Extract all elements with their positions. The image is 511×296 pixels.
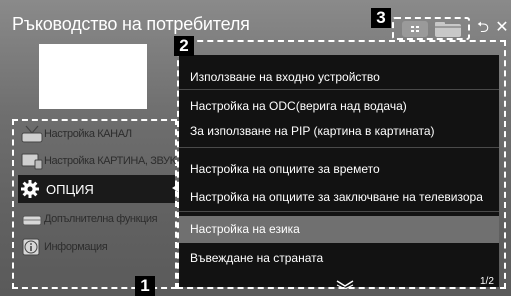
tv-speaker-icon <box>20 151 44 171</box>
submenu-item-label: Въвеждане на страната <box>190 251 324 265</box>
extra-function-icon <box>20 209 44 229</box>
left-menu-item-picture-sound[interactable]: Настройка КАРТИНА, ЗВУК <box>18 147 176 175</box>
submenu-item-label: Настройка на опциите за заключване на те… <box>190 190 483 204</box>
divider <box>179 211 499 212</box>
page-title: Ръководство на потребителя <box>12 14 250 34</box>
submenu-item-odc[interactable]: Настройка на ODC(верига над водача) <box>179 94 499 119</box>
submenu-item-label: Настройка на ODC(верига над водача) <box>190 99 407 113</box>
left-menu-item-channel[interactable]: Настройка КАНАЛ <box>18 120 175 148</box>
tv-menu-screen: Ръководство на потребителя ⮌ ✕ Настройка… <box>0 0 511 296</box>
callout-badge-1: 1 <box>135 276 155 296</box>
submenu-item-label: Настройка на езика <box>190 222 300 236</box>
grid-icon[interactable] <box>402 21 428 37</box>
left-menu-item-information[interactable]: Информация <box>18 233 175 261</box>
antenna-icon <box>20 124 44 144</box>
left-menu-item-label: Настройка КАРТИНА, ЗВУК <box>44 155 176 167</box>
submenu-item-language[interactable]: Настройка на езика <box>179 216 499 243</box>
submenu-item-label: Настройка на опциите за времето <box>190 162 380 176</box>
divider <box>179 147 499 148</box>
close-icon[interactable]: ✕ <box>494 18 510 38</box>
submenu-item-country[interactable]: Въвеждане на страната <box>179 246 499 271</box>
left-menu-item-label: Настройка КАНАЛ <box>44 128 132 140</box>
left-menu-item-extra-function[interactable]: Допълнителна функция <box>18 205 175 233</box>
folder-icon[interactable] <box>433 20 463 38</box>
submenu-item-pip[interactable]: За използване на PIP (картина в картинат… <box>179 119 499 144</box>
submenu-item-label: Използване на входно устройство <box>190 70 380 84</box>
submenu-item-lock-options[interactable]: Настройка на опциите за заключване на те… <box>179 185 499 210</box>
callout-badge-3: 3 <box>371 8 391 28</box>
submenu-item-time-options[interactable]: Настройка на опциите за времето <box>179 157 499 182</box>
divider <box>179 89 499 90</box>
left-menu-item-option[interactable]: ОПЦИЯ <box>18 175 175 203</box>
scroll-down-icon[interactable] <box>335 279 355 289</box>
preview-thumbnail <box>39 44 147 109</box>
callout-badge-2: 2 <box>174 36 194 56</box>
left-menu-item-label: ОПЦИЯ <box>46 181 94 197</box>
page-indicator: 1/2 <box>480 276 494 287</box>
submenu-item-input-device[interactable]: Използване на входно устройство <box>179 65 499 90</box>
info-icon <box>20 237 44 257</box>
back-icon[interactable]: ⮌ <box>475 18 491 38</box>
left-menu-item-label: Информация <box>44 241 108 253</box>
left-menu-item-label: Допълнителна функция <box>44 213 158 225</box>
gear-icon <box>20 179 44 199</box>
submenu-item-label: За използване на PIP (картина в картинат… <box>190 124 435 138</box>
